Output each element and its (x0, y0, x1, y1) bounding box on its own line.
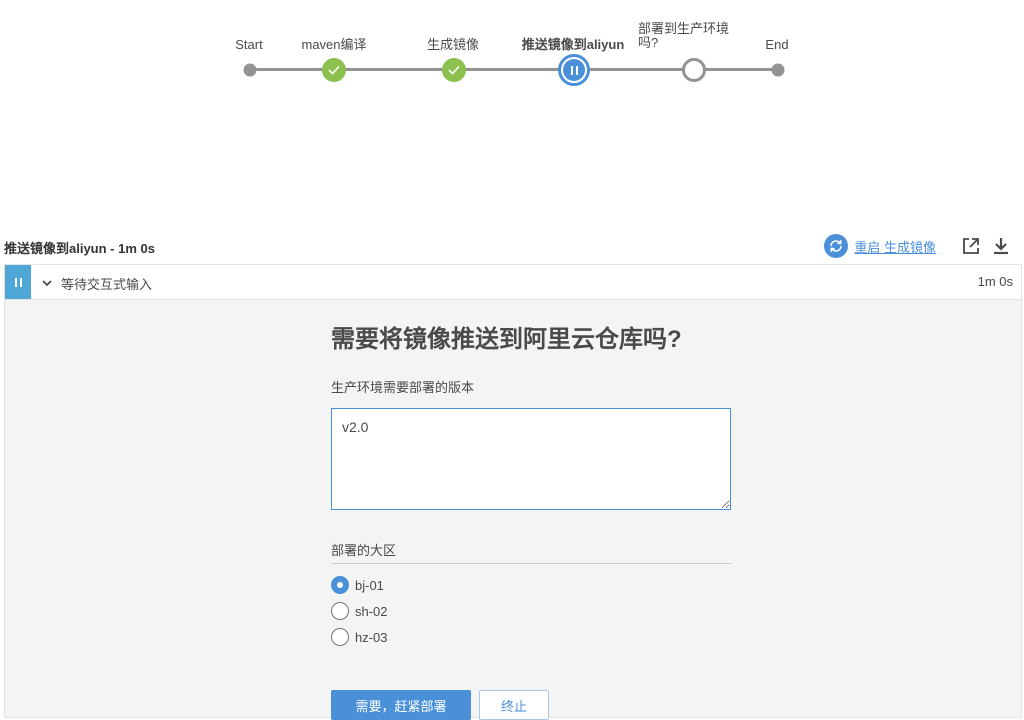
radio-unchecked-icon[interactable] (331, 628, 349, 646)
stage-label: 推送镜像到aliyun (521, 37, 625, 52)
step-actions: 重启 生成镜像 (824, 234, 1012, 258)
step-log-panel: 等待交互式输入 1m 0s 需要将镜像推送到阿里云仓库吗? 生产环境需要部署的版… (4, 264, 1022, 720)
log-row-label: 等待交互式输入 (61, 277, 153, 292)
radio-label: hz-03 (355, 629, 388, 645)
form-title: 需要将镜像推送到阿里云仓库吗? (331, 326, 682, 353)
log-row-waiting-input[interactable]: 等待交互式输入 1m 0s (5, 265, 1021, 300)
restart-stage-link[interactable]: 重启 生成镜像 (854, 237, 936, 256)
stage-label: 生成镜像 (426, 37, 480, 52)
radio-checked-icon[interactable] (331, 576, 349, 594)
radio-label: sh-02 (355, 603, 388, 619)
radio-label: bj-01 (355, 577, 384, 593)
step-title: 推送镜像到aliyun - 1m 0s (4, 241, 155, 256)
stage-label: maven编译 (301, 37, 367, 52)
chevron-down-icon[interactable] (41, 276, 53, 294)
success-check-icon[interactable] (442, 58, 466, 82)
version-textarea[interactable]: v2.0 (331, 408, 731, 510)
abort-button[interactable]: 终止 (479, 690, 549, 720)
stage-start-node[interactable] (243, 63, 257, 77)
not-built-node[interactable] (682, 58, 706, 82)
version-field-label: 生产环境需要部署的版本 (331, 380, 475, 395)
region-field-label: 部署的大区 (331, 540, 731, 564)
stage-label: Start (235, 37, 263, 52)
download-icon[interactable] (990, 235, 1012, 257)
input-form: 需要将镜像推送到阿里云仓库吗? 生产环境需要部署的版本 v2.0 部署的大区 b… (331, 325, 731, 720)
log-row-duration: 1m 0s (977, 274, 1013, 289)
region-radio-group: bj-01 sh-02 hz-03 (331, 572, 731, 650)
stage-label: 部署到生产环境吗? (638, 21, 730, 50)
radio-unchecked-icon[interactable] (331, 602, 349, 620)
paused-stage-icon[interactable] (558, 54, 590, 86)
stage-label: End (765, 37, 789, 52)
radio-option-hz-03[interactable]: hz-03 (331, 624, 731, 650)
stage-end-node[interactable] (771, 63, 785, 77)
radio-option-sh-02[interactable]: sh-02 (331, 598, 731, 624)
form-buttons: 需要，赶紧部署 终止 (331, 690, 731, 720)
pause-status-icon (5, 265, 31, 299)
pipeline-graph: Start maven编译 生成镜像 推送镜像到aliyun 部署到生产环境吗?… (0, 0, 1024, 100)
open-external-icon[interactable] (960, 235, 982, 257)
radio-option-bj-01[interactable]: bj-01 (331, 572, 731, 598)
proceed-button[interactable]: 需要，赶紧部署 (331, 690, 471, 720)
restart-icon[interactable] (824, 234, 849, 258)
success-check-icon[interactable] (322, 58, 346, 82)
